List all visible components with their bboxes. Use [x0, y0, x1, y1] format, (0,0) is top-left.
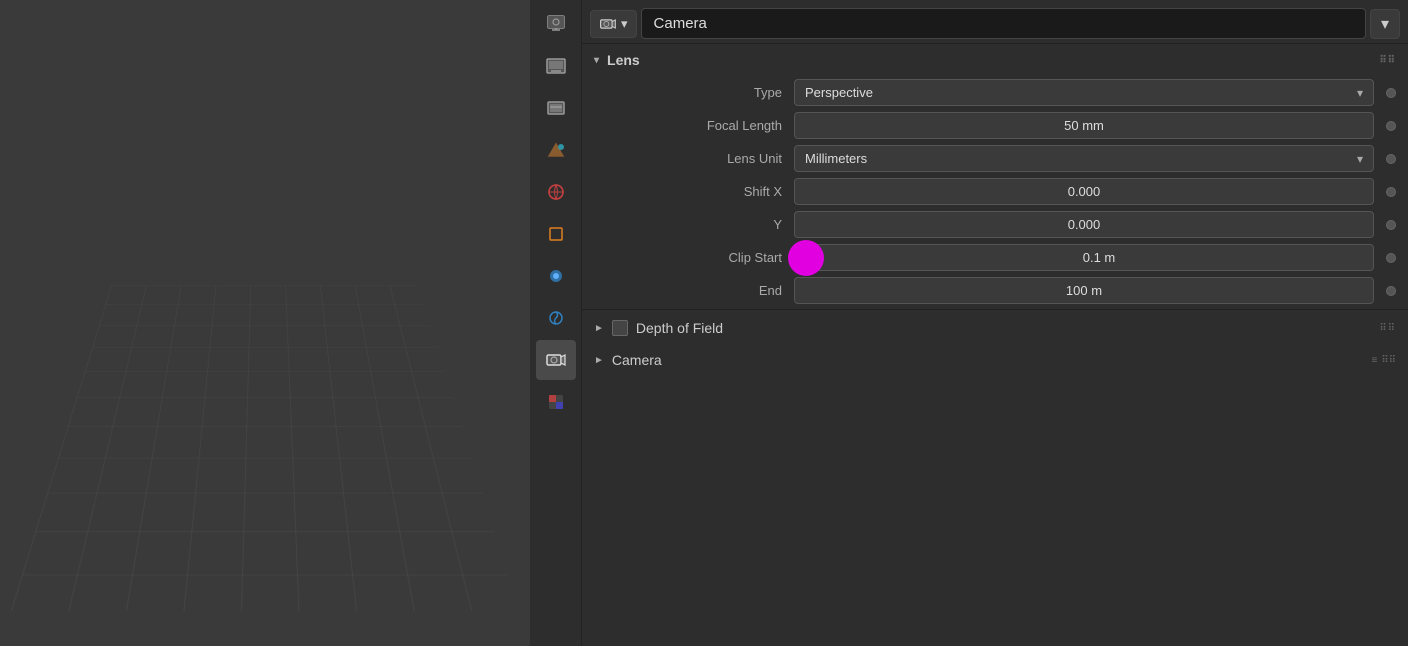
- lens-section-title: Lens: [607, 52, 640, 68]
- camera-data-icon[interactable]: [536, 340, 576, 380]
- lens-unit-select[interactable]: Millimeters ▾: [794, 145, 1374, 172]
- type-dot[interactable]: [1386, 88, 1396, 98]
- shift-x-field[interactable]: 0.000: [794, 178, 1374, 205]
- clip-end-dot[interactable]: [1386, 286, 1396, 296]
- shift-y-row: Y 0.000: [582, 208, 1408, 241]
- particles-icon[interactable]: [536, 298, 576, 338]
- camera-header: ▾ ▾: [582, 4, 1408, 44]
- list-icon: ≡: [1372, 355, 1378, 366]
- clip-end-row: End 100 m: [582, 274, 1408, 307]
- clip-start-field[interactable]: 0.1 m: [794, 244, 1374, 271]
- clip-end-label: End: [594, 283, 794, 298]
- depth-of-field-header[interactable]: ► Depth of Field ⠿⠿: [582, 312, 1408, 344]
- focal-length-field[interactable]: 50 mm: [794, 112, 1374, 139]
- lens-unit-row: Lens Unit Millimeters ▾: [582, 142, 1408, 175]
- focal-length-dot[interactable]: [1386, 121, 1396, 131]
- camera-icon-button[interactable]: ▾: [590, 10, 637, 38]
- view-layer-icon[interactable]: [536, 88, 576, 128]
- dof-collapse-icon: ►: [594, 323, 604, 334]
- type-value: Perspective: [805, 85, 873, 100]
- camera-section-title: Camera: [612, 352, 662, 368]
- lens-section-dots: ⠿⠿: [1379, 55, 1396, 66]
- render-icon[interactable]: [536, 4, 576, 44]
- dof-title: Depth of Field: [636, 320, 723, 336]
- clip-end-control: 100 m: [794, 277, 1396, 304]
- shift-x-dot[interactable]: [1386, 187, 1396, 197]
- shift-y-label: Y: [594, 217, 794, 232]
- camera-section-header[interactable]: ► Camera ≡ ⠿⠿: [582, 344, 1408, 376]
- focal-length-label: Focal Length: [594, 118, 794, 133]
- clip-start-row: Clip Start 0.1 m: [582, 241, 1408, 274]
- focal-length-row: Focal Length 50 mm: [582, 109, 1408, 142]
- shift-x-row: Shift X 0.000: [582, 175, 1408, 208]
- lens-collapse-icon[interactable]: ▾: [594, 55, 599, 66]
- magenta-dot[interactable]: [788, 240, 824, 276]
- type-control: Perspective ▾: [794, 79, 1396, 106]
- sidebar: [530, 0, 582, 646]
- camera-name-input[interactable]: [641, 8, 1366, 39]
- shift-x-control: 0.000: [794, 178, 1396, 205]
- object-icon[interactable]: [536, 214, 576, 254]
- clip-start-dot[interactable]: [1386, 253, 1396, 263]
- dof-dots: ⠿⠿: [1379, 323, 1396, 334]
- properties-panel: ▾ ▾ ▾ Lens ⠿⠿ Type Perspective ▾ Focal L…: [582, 0, 1408, 646]
- dof-checkbox[interactable]: [612, 320, 628, 336]
- lens-unit-control: Millimeters ▾: [794, 145, 1396, 172]
- viewport[interactable]: [0, 0, 530, 646]
- lens-section-header: ▾ Lens ⠿⠿: [582, 44, 1408, 76]
- world-icon[interactable]: [536, 172, 576, 212]
- shift-y-dot[interactable]: [1386, 220, 1396, 230]
- shift-y-control: 0.000: [794, 211, 1396, 238]
- output-icon[interactable]: [536, 46, 576, 86]
- type-row: Type Perspective ▾: [582, 76, 1408, 109]
- focal-length-control: 50 mm: [794, 112, 1396, 139]
- lens-unit-label: Lens Unit: [594, 151, 794, 166]
- clip-start-control: 0.1 m: [794, 244, 1396, 271]
- type-chevron: ▾: [1357, 86, 1363, 100]
- material-icon[interactable]: [536, 382, 576, 422]
- camera-icon-chevron: ▾: [621, 16, 628, 32]
- camera-section-icons: ≡ ⠿⠿: [1372, 355, 1397, 366]
- viewport-grid: [11, 286, 520, 612]
- type-select[interactable]: Perspective ▾: [794, 79, 1374, 106]
- camera-dots: ⠿⠿: [1381, 355, 1396, 366]
- scene-icon[interactable]: [536, 130, 576, 170]
- shift-x-label: Shift X: [594, 184, 794, 199]
- camera-section-collapse-icon: ►: [594, 355, 604, 366]
- separator-1: [582, 309, 1408, 310]
- lens-unit-value: Millimeters: [805, 151, 867, 166]
- type-label: Type: [594, 85, 794, 100]
- lens-unit-dot[interactable]: [1386, 154, 1396, 164]
- modifier-icon[interactable]: [536, 256, 576, 296]
- lens-unit-chevron: ▾: [1357, 152, 1363, 166]
- clip-start-label: Clip Start: [594, 250, 794, 265]
- shift-y-field[interactable]: 0.000: [794, 211, 1374, 238]
- clip-end-field[interactable]: 100 m: [794, 277, 1374, 304]
- camera-dropdown-button[interactable]: ▾: [1370, 9, 1400, 39]
